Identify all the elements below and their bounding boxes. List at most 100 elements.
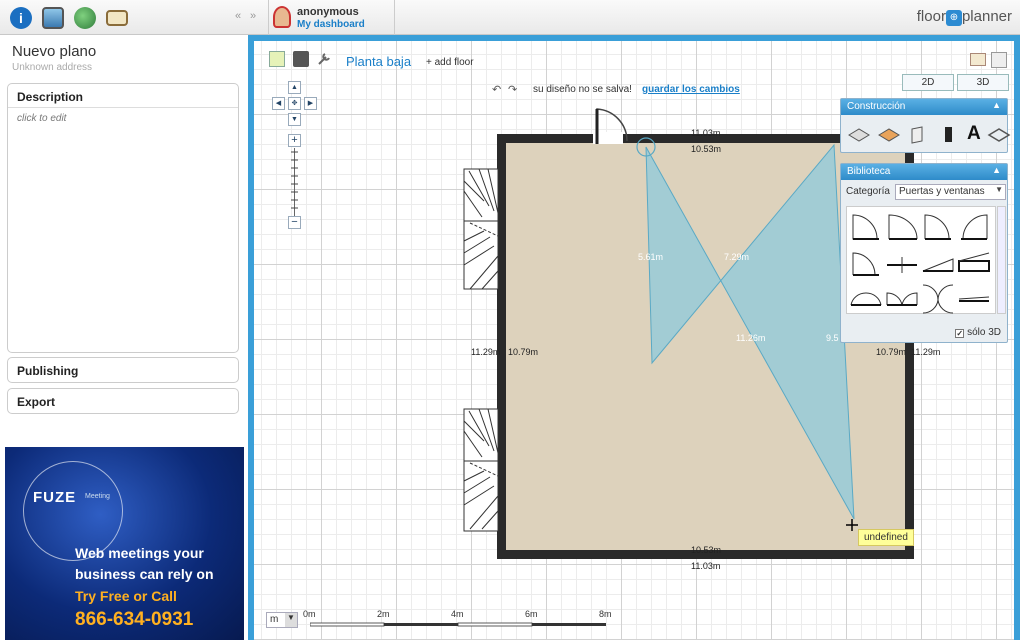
editor-frame: 11.03m 10.53m 10.53m 11.03m 11.29m 10.79… (248, 35, 1020, 640)
pan-center-button[interactable]: ✥ (288, 97, 301, 110)
brand-right: planner (961, 8, 1012, 25)
ad-brand: FUZE (33, 489, 77, 506)
solo-3d-label: sólo 3D (967, 327, 1001, 338)
pan-up-button[interactable]: ▲ (288, 81, 301, 94)
dim-line-c: 11.26m (736, 333, 765, 343)
save-changes-link[interactable]: guardar los cambios (642, 84, 740, 95)
library-panel: Biblioteca ▲ Categoría Puertas y ventana… (840, 163, 1008, 343)
door-right-item[interactable] (921, 211, 955, 243)
door-single-item[interactable] (849, 211, 883, 243)
mail-icon[interactable] (106, 10, 128, 26)
zoom-slider[interactable] (288, 148, 301, 216)
chevron-down-icon: ▼ (995, 185, 1003, 194)
double-door-wide-item[interactable] (885, 283, 919, 315)
top-bar: i « » anonymous My dashboard floor ⊕ plann… (0, 0, 1020, 35)
dim-right-inner: 10.79m (876, 347, 906, 357)
dim-line-a: 5.61m (638, 252, 663, 262)
window-item[interactable] (885, 247, 919, 279)
dim-top-inner: 10.53m (691, 144, 721, 154)
scale-label-8: 8m (599, 609, 612, 619)
collapse-icon[interactable]: ▲ (992, 100, 1001, 110)
ad-line-3: Try Free or Call (75, 588, 177, 604)
print-icon[interactable] (991, 52, 1007, 68)
window-slanted-item[interactable] (921, 247, 955, 279)
construction-panel-header[interactable]: Construcción ▲ (841, 99, 1007, 115)
category-value: Puertas y ventanas (899, 186, 985, 197)
library-scrollbar[interactable] (997, 206, 1006, 314)
publishing-section[interactable]: Publishing (7, 357, 239, 383)
zoom-in-button[interactable]: + (288, 134, 301, 147)
add-floor-button[interactable]: + add floor (426, 57, 474, 68)
scale-label-2: 2m (377, 609, 390, 619)
window-sliding-item[interactable] (957, 247, 991, 279)
left-panel: Nuevo plano Unknown address Description … (0, 35, 246, 640)
redo-icon[interactable]: ↷ (508, 83, 517, 96)
floor-name[interactable]: Planta baja (346, 54, 411, 69)
description-hint[interactable]: click to edit (8, 108, 238, 129)
checkbox-icon[interactable]: ✓ (955, 329, 965, 338)
solo-3d-checkbox[interactable]: ✓ sólo 3D (955, 327, 1001, 338)
zoom-out-button[interactable]: − (288, 216, 301, 229)
info-icon[interactable]: i (10, 7, 32, 29)
pan-right-button[interactable]: ▶ (304, 97, 317, 110)
double-door-item[interactable] (849, 283, 883, 315)
view-3d-button[interactable]: 3D (957, 74, 1009, 91)
chevron-down-icon: ▼ (285, 613, 297, 627)
dim-line-d: 9.5 (826, 333, 839, 343)
dashboard-link[interactable]: My dashboard (297, 19, 365, 30)
pan-down-button[interactable]: ▼ (288, 113, 301, 126)
ad-line-2: business can rely on (75, 566, 214, 582)
door-small-item[interactable] (849, 247, 883, 279)
export-section[interactable]: Export (7, 388, 239, 414)
unit-select[interactable]: m ▼ (266, 612, 298, 628)
unit-value: m (270, 614, 279, 625)
save-icon[interactable] (293, 51, 309, 67)
globe-icon[interactable] (74, 7, 96, 29)
door-wide-item[interactable] (885, 211, 919, 243)
construction-title: Construcción (847, 101, 906, 112)
category-select[interactable]: Puertas y ventanas ▼ (895, 184, 1006, 200)
dim-line-b: 7.29m (724, 252, 749, 262)
floor-tool-icon[interactable] (877, 123, 901, 145)
door-tool-icon[interactable] (937, 123, 961, 145)
brand-left: floor (916, 8, 946, 25)
scale-label-0: 0m (303, 609, 316, 619)
door-left-item[interactable] (957, 211, 991, 243)
room-tool-icon[interactable] (907, 123, 931, 145)
description-title[interactable]: Description (8, 84, 238, 108)
email-icon[interactable] (970, 53, 986, 66)
ad-phone: 866-634-0931 (75, 609, 194, 630)
scale-bar (310, 622, 606, 627)
window-narrow-item[interactable] (957, 283, 991, 315)
collapse-left-icon[interactable]: « (235, 10, 241, 22)
collapse-icon[interactable]: ▲ (992, 165, 1001, 175)
undo-icon[interactable]: ↶ (492, 83, 501, 96)
new-plan-icon[interactable] (269, 51, 285, 67)
settings-wrench-icon[interactable] (316, 51, 332, 67)
view-2d-button[interactable]: 2D (902, 74, 954, 91)
save-warning: su diseño no se salva! (533, 84, 632, 95)
construction-panel: Construcción ▲ A (840, 98, 1011, 153)
ad-line-1: Web meetings your (75, 545, 204, 561)
brand-logo-icon: ⊕ (945, 10, 962, 26)
wall-tool-icon[interactable] (847, 123, 871, 145)
dim-bottom-inner: 10.53m (691, 545, 721, 555)
user-name: anonymous (297, 6, 359, 18)
gallery-icon[interactable] (42, 7, 64, 29)
dimension-tool-icon[interactable] (987, 123, 1011, 145)
scale-label-4: 4m (451, 609, 464, 619)
plan-name[interactable]: Nuevo plano (12, 43, 96, 60)
collapse-right-icon[interactable]: » (250, 10, 256, 22)
library-panel-header[interactable]: Biblioteca ▲ (841, 164, 1007, 180)
ad-brand-sub: Meeting (85, 493, 110, 500)
floor-plan-canvas[interactable]: 11.03m 10.53m 10.53m 11.03m 11.29m 10.79… (254, 41, 1014, 640)
dim-top-outer: 11.03m (691, 128, 720, 138)
text-tool-icon[interactable]: A (967, 123, 981, 145)
pan-left-button[interactable]: ◀ (272, 97, 285, 110)
library-title: Biblioteca (847, 166, 891, 177)
user-widget[interactable]: anonymous My dashboard (268, 0, 395, 35)
french-door-item[interactable] (921, 283, 955, 315)
scale-label-6: 6m (525, 609, 538, 619)
plan-address[interactable]: Unknown address (12, 62, 92, 73)
advertisement[interactable]: FUZE Meeting Web meetings your business … (5, 447, 244, 640)
